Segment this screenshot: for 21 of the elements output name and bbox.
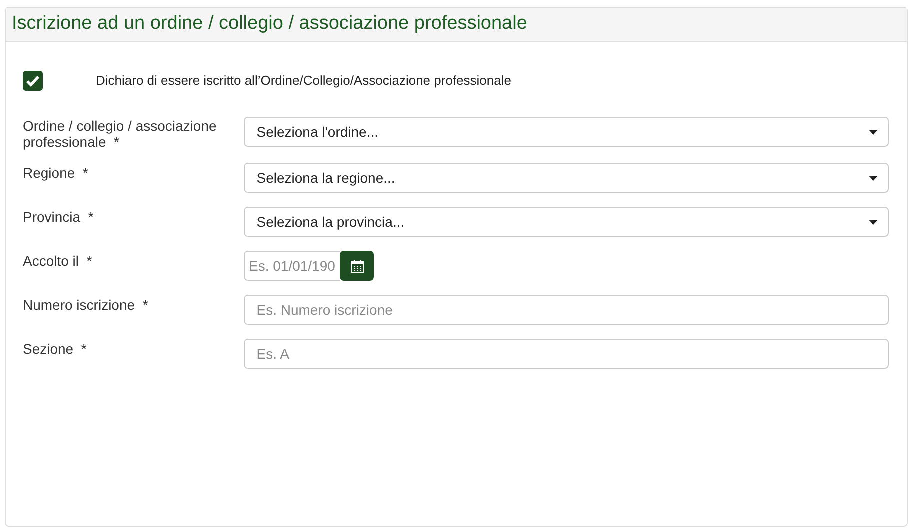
field-label: Numero iscrizione * — [23, 296, 150, 313]
calendar-button[interactable] — [340, 251, 374, 281]
date-field[interactable]: Es. 01/01/190 — [244, 251, 340, 281]
check-icon — [26, 75, 40, 87]
select-dropdown[interactable]: Seleziona la regione... — [244, 163, 889, 193]
select-dropdown[interactable]: Seleziona l'ordine... — [244, 117, 889, 147]
checkbox[interactable] — [23, 71, 43, 91]
field-label: Provincia * — [23, 208, 95, 225]
input-field[interactable]: Es. Numero iscrizione — [244, 295, 889, 325]
field-label: Ordine / collegio / associazione professionale * — [23, 117, 218, 150]
checkbox-label: Dichiaro di essere iscritto all’Ordine/Collegio/Associazione professionale — [96, 72, 512, 90]
calendar-icon — [350, 260, 364, 272]
caret-icon — [869, 130, 878, 134]
field-label: Accolto il * — [23, 252, 94, 269]
caret-icon — [869, 176, 878, 180]
caret-icon — [869, 220, 878, 224]
select-dropdown[interactable]: Seleziona la provincia... — [244, 207, 889, 237]
input-field[interactable]: Es. A — [244, 339, 889, 369]
panel-title: Iscrizione ad un ordine / collegio / associazione professionale — [12, 12, 528, 36]
field-label: Sezione * — [23, 340, 88, 357]
field-label: Regione * — [23, 164, 90, 181]
